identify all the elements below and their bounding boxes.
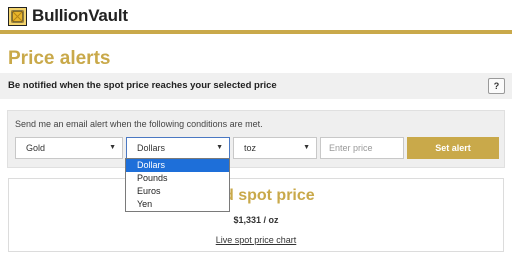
chevron-down-icon: ▼ — [109, 144, 116, 151]
alert-description: Send me an email alert when the followin… — [15, 119, 263, 129]
unit-select-value: toz — [244, 143, 257, 153]
currency-option-dollars[interactable]: Dollars — [126, 159, 229, 172]
help-button[interactable]: ? — [488, 78, 505, 94]
subheader-bar: Be notified when the spot price reaches … — [0, 73, 512, 99]
header-accent-rule — [0, 30, 512, 34]
chevron-down-icon: ▼ — [216, 144, 223, 151]
alert-form-panel: Send me an email alert when the followin… — [7, 110, 505, 168]
metal-select[interactable]: Gold ▼ — [15, 137, 123, 159]
brand-name: BullionVault — [32, 6, 128, 25]
bullionvault-logo-icon — [8, 6, 27, 26]
currency-option-yen[interactable]: Yen — [126, 198, 229, 211]
logo[interactable]: BullionVault — [8, 6, 128, 26]
currency-select-value: Dollars — [137, 143, 166, 153]
spot-price-title: Gold spot price — [197, 187, 315, 204]
set-alert-button[interactable]: Set alert — [407, 137, 499, 159]
page-title: Price alerts — [8, 48, 111, 69]
price-input[interactable] — [320, 137, 404, 159]
currency-dropdown-list: Dollars Pounds Euros Yen — [125, 158, 230, 212]
spot-price-value: $1,331 / oz — [233, 215, 279, 225]
metal-select-value: Gold — [26, 143, 46, 153]
currency-select[interactable]: Dollars ▼ — [126, 137, 230, 159]
spot-price-card: Gold spot price $1,331 / oz Live spot pr… — [8, 178, 504, 252]
chevron-down-icon: ▼ — [303, 144, 310, 151]
top-bar: BullionVault — [0, 0, 512, 34]
spot-price-chart-link[interactable]: Live spot price chart — [9, 235, 503, 245]
currency-option-pounds[interactable]: Pounds — [126, 172, 229, 185]
subheader-text: Be notified when the spot price reaches … — [8, 80, 277, 91]
currency-option-euros[interactable]: Euros — [126, 185, 229, 198]
unit-select[interactable]: toz ▼ — [233, 137, 317, 159]
